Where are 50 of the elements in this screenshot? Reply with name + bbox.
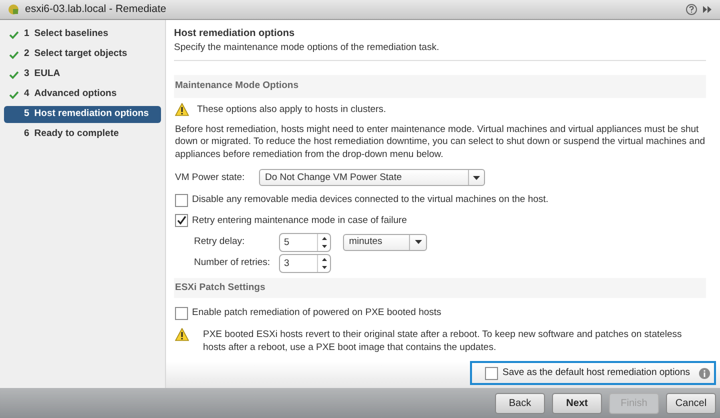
number-spinner[interactable]: 5 [279, 232, 331, 252]
page-title: Host remediation options [174, 27, 296, 41]
window-title: esxi6-03.lab.local - Remediate [25, 2, 166, 17]
step-item[interactable]: 6 Ready to complete [4, 126, 161, 143]
section-header: ESXi Patch Settings [174, 278, 706, 298]
wizard-button[interactable]: Back [495, 392, 545, 414]
step-item[interactable]: 4 Advanced options [4, 86, 161, 103]
field-label: VM Power state: [175, 170, 246, 185]
field-label: Retry delay: [194, 235, 246, 250]
warning-icon [175, 103, 189, 116]
checkbox-label: Retry entering maintenance mode in case of failure [192, 214, 407, 228]
checkbox-label: Save as the default host remediation options [502, 366, 690, 380]
checkbox[interactable] [484, 366, 498, 380]
check-icon [9, 50, 19, 58]
caret-icon [414, 240, 422, 244]
step-item[interactable]: 1 Select baselines [4, 26, 161, 43]
info-icon [699, 368, 710, 378]
warning-icon [175, 328, 189, 342]
wizard-button[interactable]: Next [552, 392, 602, 414]
caret-icon [473, 176, 480, 180]
power-state-dropdown[interactable]: Do Not Change VM Power State [259, 169, 485, 186]
spin-up-icon[interactable] [322, 236, 326, 240]
step-item[interactable]: 3 EULA [4, 66, 161, 83]
checkbox-label: Enable patch remediation of powered on PXE booted hosts [192, 306, 442, 320]
checkbox[interactable] [175, 306, 188, 320]
description-text: Before host remediation, hosts might need to enter maintenance mode. Virtual machines and virtual appliances must be shut down or migrated. To reduce the host remediation downtime, you can select to shut down or suspend the virtual machines and appliances before remediation from the drop-down menu below. [174, 124, 706, 162]
number-value: 5 [283, 236, 290, 250]
check-icon [9, 30, 19, 38]
section-header: Maintenance Mode Options [174, 75, 706, 98]
warning-text: These options also apply to hosts in clusters. [197, 102, 386, 116]
page-subtitle: Specify the maintenance mode options of the remediation task. [174, 41, 440, 55]
field-label: Number of retries: [194, 256, 272, 270]
unit-dropdown[interactable]: minutes [343, 234, 427, 251]
host-icon [8, 4, 19, 15]
step-item[interactable]: 2 Select target objects [4, 46, 161, 63]
spin-down-icon[interactable] [322, 266, 326, 269]
check-icon [9, 70, 19, 78]
wizard-button[interactable]: Cancel [666, 392, 716, 414]
step-item[interactable]: 5 Host remediation options [4, 106, 161, 123]
number-value: 3 [283, 256, 290, 271]
checkbox-label: Disable any removable media devices connected to the virtual machines on the host. [192, 193, 548, 208]
spin-down-icon[interactable] [322, 245, 326, 248]
check-icon [9, 90, 19, 98]
help-icon[interactable] [686, 4, 697, 15]
expand-icon[interactable] [703, 6, 712, 13]
number-spinner[interactable]: 3 [279, 254, 331, 273]
checkbox[interactable] [175, 214, 188, 228]
spin-up-icon[interactable] [322, 258, 326, 260]
warning-text: PXE booted ESXi hosts revert to their original state after a reboot. To keep new software and patches on stateless hosts after a reboot, use a PXE boot image that contains the updates. [203, 328, 683, 354]
checkbox[interactable] [175, 194, 188, 207]
